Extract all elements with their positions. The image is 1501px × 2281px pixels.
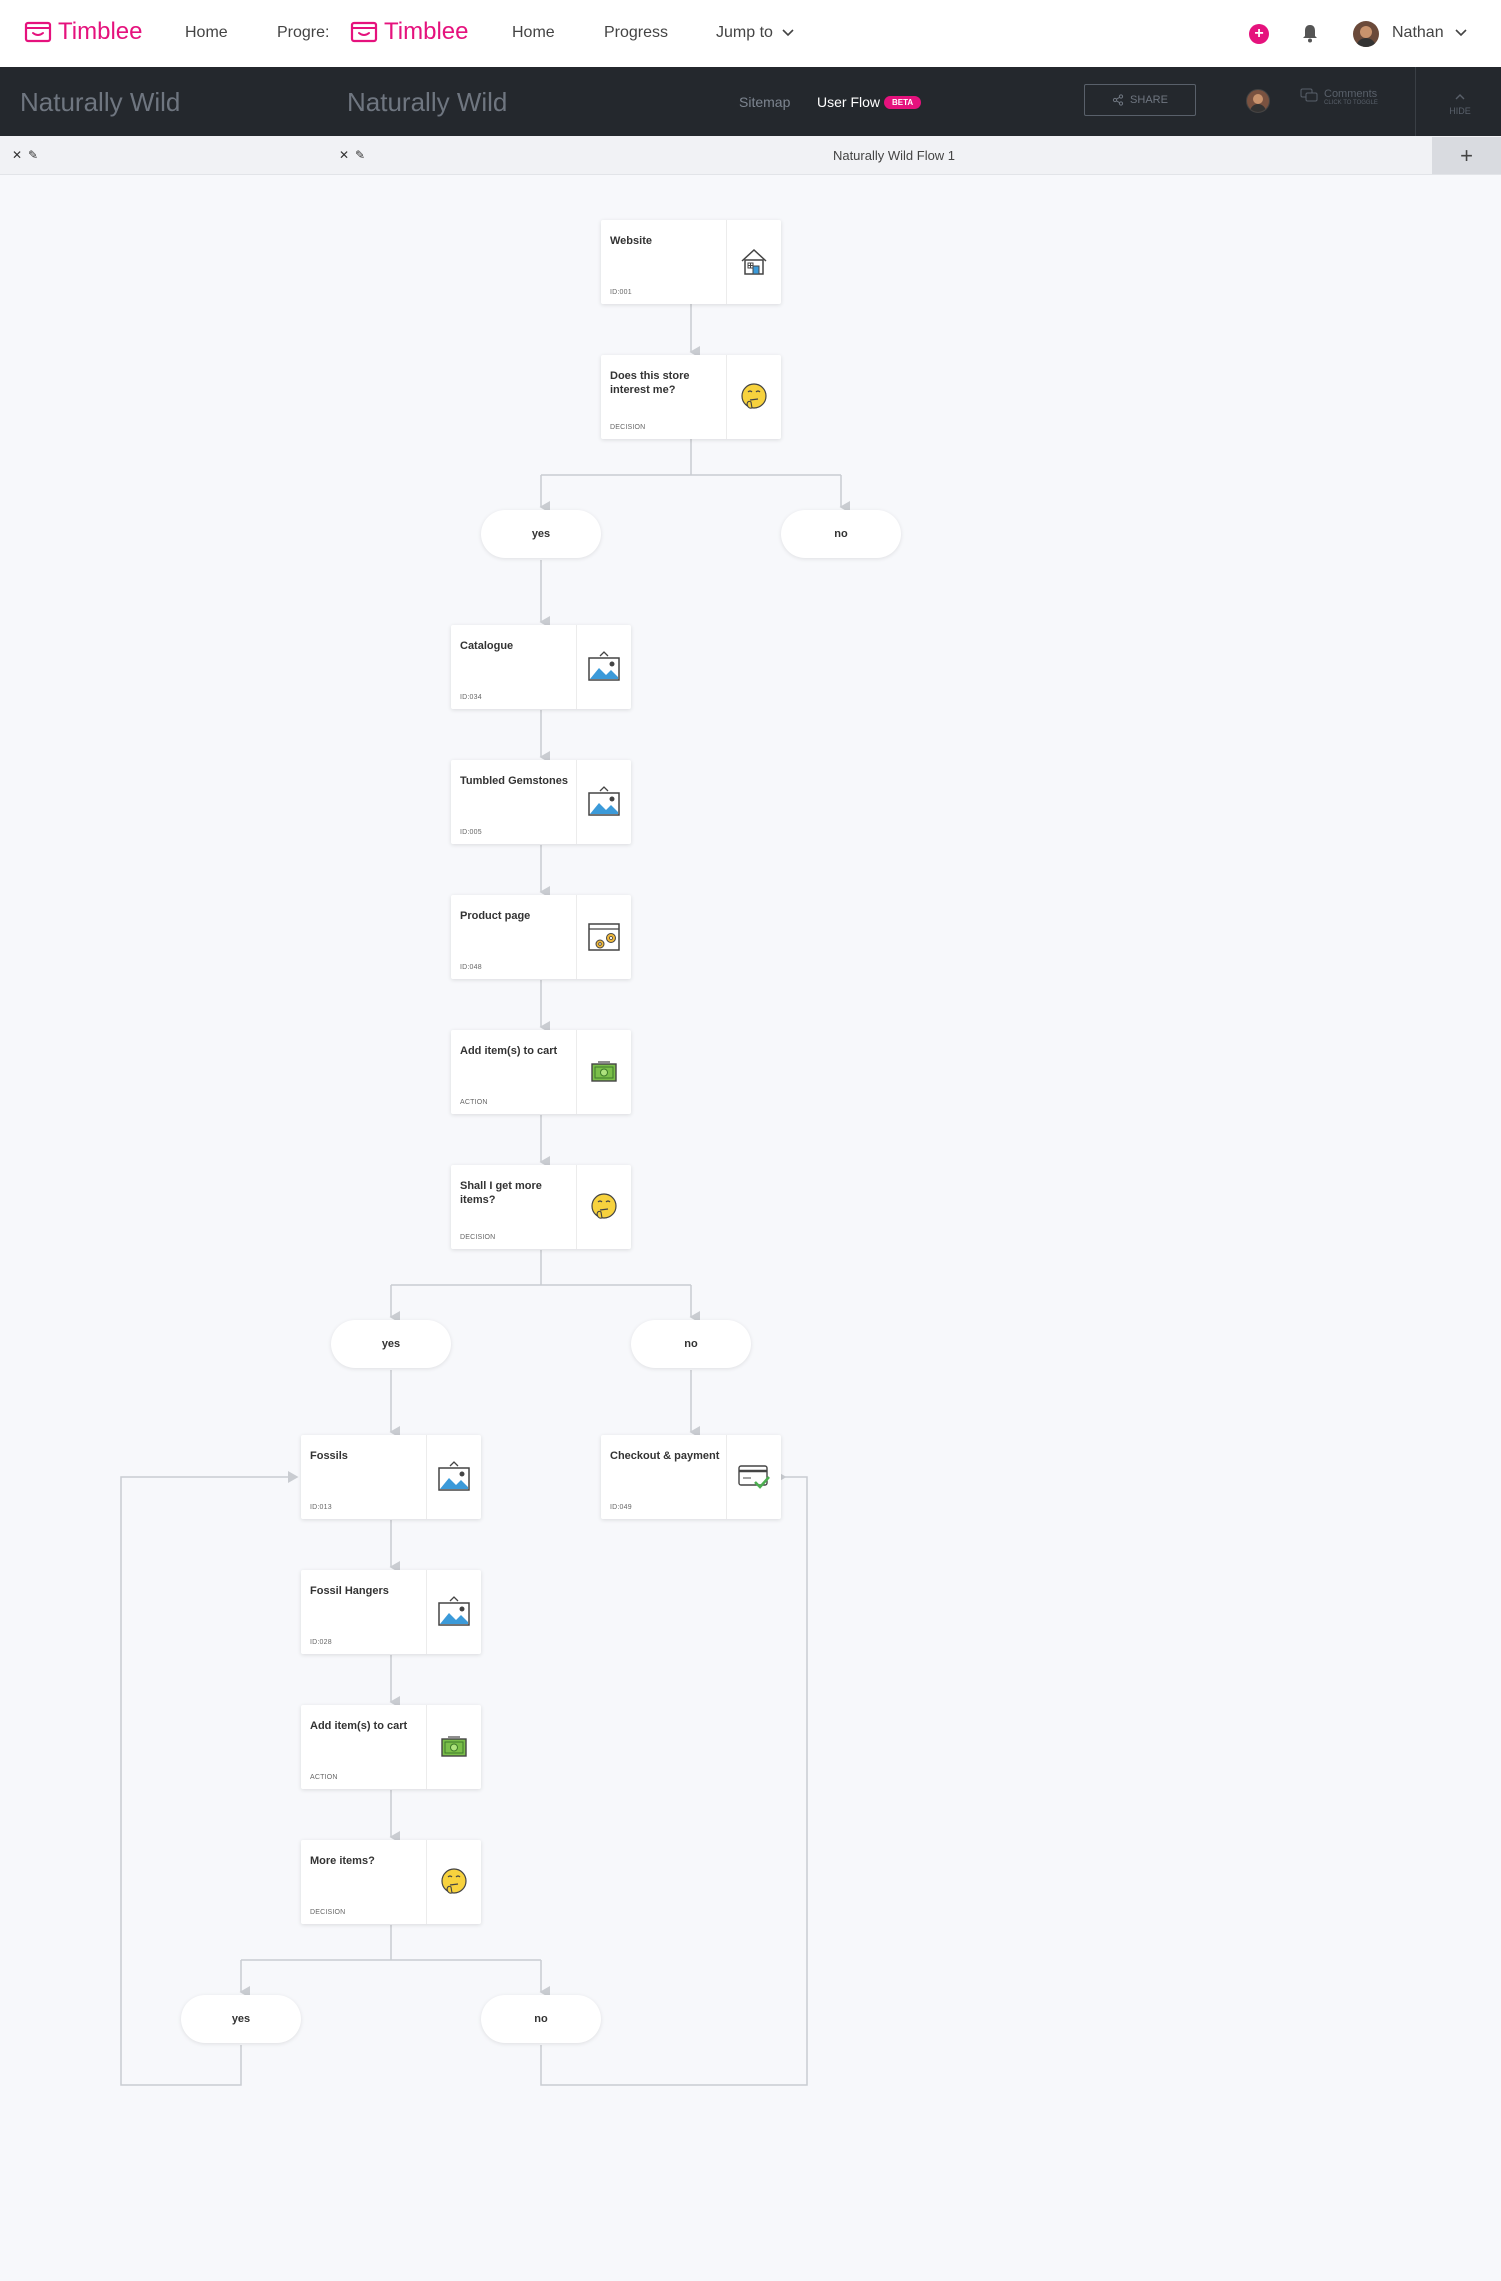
answer-no[interactable]: no [631, 1320, 751, 1368]
node-id: ID:028 [310, 1639, 332, 1646]
node-title: Checkout & payment [610, 1450, 720, 1462]
node-type: DECISION [460, 1234, 496, 1241]
node-type: DECISION [310, 1909, 346, 1916]
node-title: More items? [310, 1855, 375, 1867]
node-type: DECISION [610, 424, 646, 431]
flow-node-product-page[interactable]: Product page ID:048 [451, 895, 631, 979]
node-icon-box [426, 1435, 481, 1519]
node-icon-box [576, 1030, 631, 1114]
node-title: Product page [460, 910, 531, 922]
node-icon-box [576, 895, 631, 979]
flow-node-website[interactable]: Website ID:001 [601, 220, 781, 304]
node-title: Website [610, 235, 652, 247]
thinking-face-icon [591, 1193, 617, 1219]
node-id: ID:001 [610, 289, 632, 296]
node-type: ACTION [310, 1774, 338, 1781]
flow-node-fossils[interactable]: Fossils ID:013 [301, 1435, 481, 1519]
node-icon-box [576, 1165, 631, 1249]
node-icon-box [726, 1435, 781, 1519]
connector-lines [120, 304, 850, 2086]
node-icon-box [426, 1840, 481, 1924]
node-icon-box [426, 1570, 481, 1654]
image-icon [588, 786, 620, 816]
flow-node-add-to-cart[interactable]: Add item(s) to cart ACTION [451, 1030, 631, 1114]
answer-no[interactable]: no [781, 510, 901, 558]
flow-node-decision[interactable]: Does this store interest me? DECISION [601, 355, 781, 439]
node-title: Shall I get more items? [460, 1180, 542, 1206]
node-icon-box [426, 1705, 481, 1789]
node-id: ID:048 [460, 964, 482, 971]
flow-node-fossil-hangers[interactable]: Fossil Hangers ID:028 [301, 1570, 481, 1654]
cash-icon [441, 1736, 467, 1757]
card-check-icon [738, 1465, 770, 1489]
node-title: Add item(s) to cart [460, 1045, 558, 1057]
flow-node-decision[interactable]: More items? DECISION [301, 1840, 481, 1924]
thinking-face-icon [741, 383, 767, 409]
node-title: Does this store interest me? [610, 370, 690, 396]
image-icon [588, 651, 620, 681]
thinking-face-icon [441, 1868, 467, 1894]
node-type: ACTION [460, 1099, 488, 1106]
image-icon [438, 1461, 470, 1491]
browser-settings-icon [588, 923, 620, 951]
answer-yes[interactable]: yes [331, 1320, 451, 1368]
flow-node-tumbled-gemstones[interactable]: Tumbled Gemstones ID:005 [451, 760, 631, 844]
home-icon [741, 248, 767, 275]
node-id: ID:005 [460, 829, 482, 836]
node-icon-box [726, 355, 781, 439]
answer-no[interactable]: no [481, 1995, 601, 2043]
flow-node-catalogue[interactable]: Catalogue ID:034 [451, 625, 631, 709]
node-icon-box [576, 760, 631, 844]
flow-node-decision[interactable]: Shall I get more items? DECISION [451, 1165, 631, 1249]
node-icon-box [726, 220, 781, 304]
node-title: Fossils [310, 1450, 348, 1462]
node-title: Add item(s) to cart [310, 1720, 408, 1732]
flow-node-add-to-cart[interactable]: Add item(s) to cart ACTION [301, 1705, 481, 1789]
answer-yes[interactable]: yes [481, 510, 601, 558]
image-icon [438, 1596, 470, 1626]
node-id: ID:013 [310, 1504, 332, 1511]
node-icon-box [576, 625, 631, 709]
node-title: Fossil Hangers [310, 1585, 389, 1597]
node-title: Tumbled Gemstones [460, 775, 568, 787]
node-title: Catalogue [460, 640, 514, 652]
cash-icon [591, 1061, 617, 1082]
node-id: ID:049 [610, 1504, 632, 1511]
flow-node-checkout-payment[interactable]: Checkout & payment ID:049 [601, 1435, 781, 1519]
node-id: ID:034 [460, 694, 482, 701]
answer-yes[interactable]: yes [181, 1995, 301, 2043]
